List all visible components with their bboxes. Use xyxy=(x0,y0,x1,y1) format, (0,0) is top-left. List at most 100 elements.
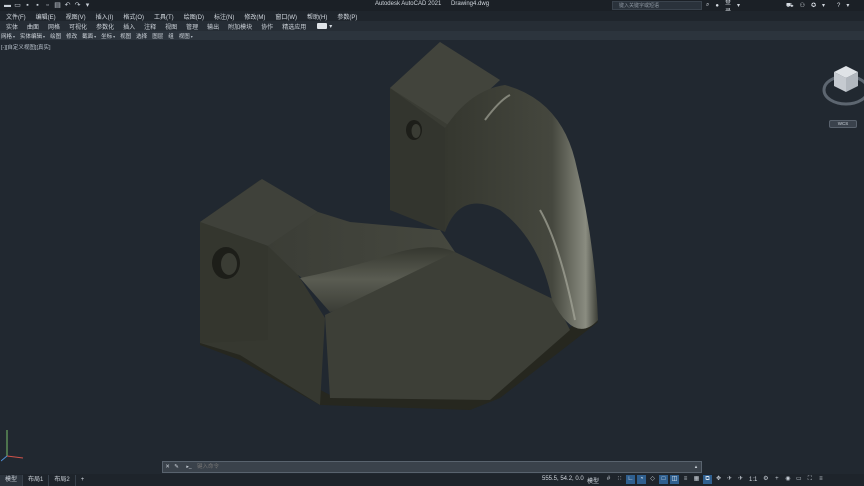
transparency-icon[interactable]: ▦ xyxy=(692,475,701,484)
panel-modify[interactable]: 修改 xyxy=(66,32,77,40)
search-input[interactable]: 键入关键字或短语 xyxy=(612,1,702,10)
panel-label: 网格 xyxy=(1,33,13,40)
panel-layers[interactable]: 图层 xyxy=(152,32,163,40)
panel-label: 截面 xyxy=(82,33,94,40)
share-dropdown-icon[interactable]: ▾ xyxy=(822,2,825,9)
annotation-scale[interactable]: 1:1 xyxy=(749,477,757,483)
grid-icon[interactable]: # xyxy=(604,475,613,484)
tab-mesh[interactable]: 网格 xyxy=(48,22,60,31)
menu-tools[interactable]: 工具(T) xyxy=(154,12,174,21)
ribbon-toggle-button[interactable] xyxy=(317,23,328,29)
title-bar: ▬ ▭ ▪ ▪ ▫ ▤ ↶ ↷ ▾ Autodesk AutoCAD 2021 … xyxy=(0,0,864,15)
3d-osnap-icon[interactable]: ◫ xyxy=(670,475,679,484)
selection-cycling-icon[interactable]: ⧉ xyxy=(703,475,712,484)
clean-screen-icon[interactable]: ⛶ xyxy=(805,475,814,484)
tab-parametric[interactable]: 参数化 xyxy=(96,22,114,31)
menu-file[interactable]: 文件(F) xyxy=(6,12,26,21)
viewport-controls[interactable]: [-][自定义视图][真实] xyxy=(1,43,51,51)
tab-output[interactable]: 输出 xyxy=(207,22,219,31)
gizmo-icon[interactable]: ✥ xyxy=(714,475,723,484)
tab-model-layout[interactable]: 模型 xyxy=(0,474,24,486)
hardware-acceleration-icon[interactable]: ▭ xyxy=(794,475,803,484)
panel-label: 坐标 xyxy=(101,33,113,40)
menu-view[interactable]: 视图(V) xyxy=(66,12,86,21)
ribbon-toggle-dropdown-icon[interactable]: ▾ xyxy=(329,23,332,30)
snap-icon[interactable]: ∷ xyxy=(615,475,624,484)
workspace-gear-icon[interactable]: ⚙ xyxy=(761,475,770,484)
exchange-icon[interactable]: ⚇ xyxy=(800,2,805,9)
panel-section[interactable]: 截面▾ xyxy=(82,32,96,40)
panel-groups[interactable]: 组 xyxy=(168,32,174,40)
tab-surface[interactable]: 曲面 xyxy=(27,22,39,31)
tab-collaborate[interactable]: 协作 xyxy=(261,22,273,31)
tab-featured-apps[interactable]: 精选应用 xyxy=(282,22,306,31)
wrench-icon[interactable]: ✎ xyxy=(172,464,181,470)
panel-label: 绘图 xyxy=(50,33,62,40)
panel-view[interactable]: 视图 xyxy=(120,32,131,40)
isodraft-icon[interactable]: ◇ xyxy=(648,475,657,484)
menu-insert[interactable]: 插入(I) xyxy=(96,12,114,21)
ortho-icon[interactable]: ∟ xyxy=(626,475,635,484)
panel-selection[interactable]: 选择 xyxy=(136,32,147,40)
model-hole-left-inner xyxy=(221,253,237,275)
autoscale-icon[interactable]: ✈ xyxy=(736,475,745,484)
panel-coordinates[interactable]: 坐标▾ xyxy=(101,32,115,40)
ribbon-tabs: 实体 曲面 网格 可视化 参数化 插入 注释 视图 管理 输出 附加模块 协作 … xyxy=(0,21,864,31)
tab-visualize[interactable]: 可视化 xyxy=(69,22,87,31)
tab-layout2[interactable]: 布局2 xyxy=(49,474,76,486)
tab-annotate[interactable]: 注释 xyxy=(144,22,156,31)
chevron-up-icon[interactable]: ▴ xyxy=(691,464,701,470)
menu-window[interactable]: 窗口(W) xyxy=(275,12,297,21)
help-dropdown-icon[interactable]: ▾ xyxy=(846,2,849,9)
tab-view[interactable]: 视图 xyxy=(165,22,177,31)
menu-edit[interactable]: 编辑(E) xyxy=(36,12,56,21)
command-prompt-icon: ▸_ xyxy=(186,464,192,470)
menu-dimension[interactable]: 标注(N) xyxy=(214,12,234,21)
app-name: Autodesk AutoCAD 2021 xyxy=(374,1,442,7)
cart-icon[interactable]: ⛟ xyxy=(786,2,794,10)
panel-label: 视图 xyxy=(120,33,132,40)
menu-parametric[interactable]: 参数(P) xyxy=(337,12,357,21)
model-hole-right-inner xyxy=(411,124,421,138)
menu-draw[interactable]: 绘图(D) xyxy=(184,12,204,21)
user-icon[interactable]: ● xyxy=(715,3,719,9)
wcs-menu[interactable]: WCS xyxy=(829,120,857,128)
ucs-axes-graphic xyxy=(0,430,24,462)
tab-addins[interactable]: 附加模块 xyxy=(228,22,252,31)
customize-menu-icon[interactable]: ≡ xyxy=(816,475,825,484)
coordinates-readout[interactable]: 555.5, 54.2, 0.0 xyxy=(542,476,584,482)
viewcube-graphic xyxy=(822,66,864,106)
login-dropdown-icon[interactable]: ▾ xyxy=(737,2,740,9)
osnap-icon[interactable]: □ xyxy=(659,475,668,484)
model-space-button[interactable]: 模型 xyxy=(587,476,599,485)
isolate-objects-icon[interactable]: ◉ xyxy=(783,475,792,484)
add-icon[interactable]: + xyxy=(772,475,781,484)
panel-label: 图层 xyxy=(152,33,164,40)
menu-modify[interactable]: 修改(M) xyxy=(244,12,265,21)
panel-solid-editing[interactable]: 实体编辑▾ xyxy=(20,32,45,40)
panel-draw[interactable]: 绘图 xyxy=(50,32,61,40)
add-layout-button[interactable]: + xyxy=(76,477,90,483)
panel-label: 选择 xyxy=(136,33,148,40)
command-input[interactable] xyxy=(197,462,691,472)
menu-help[interactable]: 帮助(H) xyxy=(307,12,327,21)
tab-solid[interactable]: 实体 xyxy=(6,22,18,31)
polar-icon[interactable]: ◔ xyxy=(637,475,646,484)
close-icon[interactable]: ✕ xyxy=(163,464,172,470)
dropdown-icon: ▾ xyxy=(43,33,46,39)
annotation-visibility-icon[interactable]: ✈ xyxy=(725,475,734,484)
panel-mesh[interactable]: 网格▾ xyxy=(1,32,15,40)
tab-insert[interactable]: 插入 xyxy=(123,22,135,31)
panel-view-2[interactable]: 视图▾ xyxy=(179,32,193,40)
panel-label: 修改 xyxy=(66,33,78,40)
help-icon[interactable]: ? xyxy=(837,3,840,9)
search-icon[interactable]: ⌕ xyxy=(706,2,709,9)
menu-format[interactable]: 格式(O) xyxy=(123,12,144,21)
share-icon[interactable]: ✪ xyxy=(811,2,816,9)
autocad-window: ▬ ▭ ▪ ▪ ▫ ▤ ↶ ↷ ▾ Autodesk AutoCAD 2021 … xyxy=(0,0,864,486)
lineweight-icon[interactable]: ≡ xyxy=(681,475,690,484)
panel-label: 视图 xyxy=(178,33,190,40)
drawing-canvas[interactable] xyxy=(0,40,864,460)
tab-manage[interactable]: 管理 xyxy=(186,22,198,31)
tab-layout1[interactable]: 布局1 xyxy=(23,474,50,486)
